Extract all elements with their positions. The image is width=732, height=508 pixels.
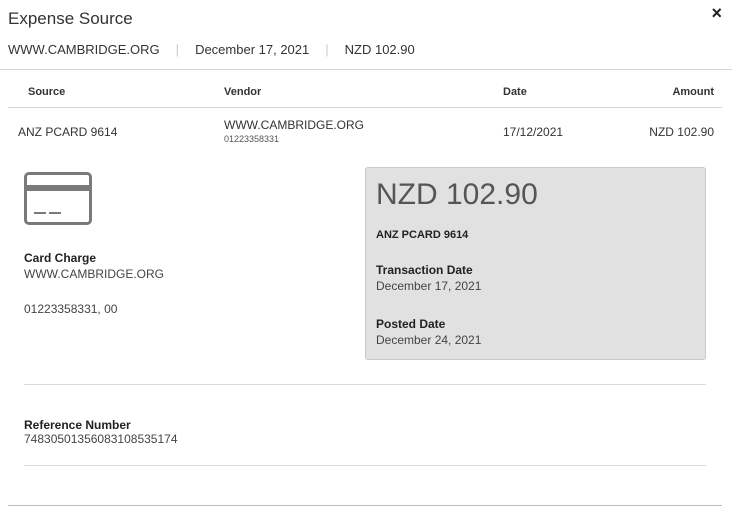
summary-separator: | — [175, 42, 180, 57]
transaction-summary-panel: NZD 102.90 ANZ PCARD 9614 Transaction Da… — [365, 167, 706, 360]
modal-title: Expense Source — [8, 9, 133, 28]
header-divider — [0, 69, 732, 70]
column-header-date: Date — [503, 86, 527, 98]
panel-card-name: ANZ PCARD 9614 — [376, 229, 469, 241]
charge-details: Card Charge WWW.CAMBRIDGE.ORG 0122335833… — [24, 251, 164, 316]
transaction-date-value: December 17, 2021 — [376, 279, 482, 293]
footer-divider — [8, 505, 722, 506]
row-vendor: WWW.CAMBRIDGE.ORG — [224, 118, 364, 132]
charge-reference: 01223358331, 00 — [24, 302, 118, 316]
row-vendor-cell: WWW.CAMBRIDGE.ORG 01223358331 — [224, 118, 364, 144]
posted-date-label: Posted Date — [376, 317, 446, 331]
column-header-vendor: Vendor — [224, 86, 262, 98]
row-date: 17/12/2021 — [503, 125, 564, 139]
table-header: Source Vendor Date Amount — [8, 86, 714, 102]
reference-block: Reference Number 74830501356083108535174 — [24, 418, 178, 446]
panel-amount: NZD 102.90 — [376, 178, 538, 211]
summary-amount: NZD 102.90 — [344, 42, 415, 57]
charge-label: Card Charge — [24, 251, 97, 265]
row-amount: NZD 102.90 — [649, 125, 714, 139]
reference-value: 74830501356083108535174 — [24, 432, 178, 446]
column-header-source: Source — [28, 86, 66, 98]
summary-vendor: WWW.CAMBRIDGE.ORG — [8, 42, 160, 57]
row-source: ANZ PCARD 9614 — [18, 125, 118, 139]
table-row: ANZ PCARD 9614 WWW.CAMBRIDGE.ORG 0122335… — [8, 115, 714, 151]
credit-card-icon — [24, 172, 92, 225]
charge-vendor: WWW.CAMBRIDGE.ORG — [24, 267, 164, 281]
posted-date-block: Posted Date December 24, 2021 — [376, 317, 481, 347]
section-divider — [24, 465, 706, 466]
transaction-date-label: Transaction Date — [376, 263, 473, 277]
table-header-divider — [8, 107, 722, 108]
close-icon[interactable]: × — [711, 3, 722, 23]
column-header-amount: Amount — [672, 86, 714, 98]
transaction-date-block: Transaction Date December 17, 2021 — [376, 263, 481, 293]
summary-separator: | — [325, 42, 329, 57]
summary-date: December 17, 2021 — [195, 42, 310, 57]
modal-header: Expense Source × WWW.CAMBRIDGE.ORG | Dec… — [0, 0, 732, 70]
posted-date-value: December 24, 2021 — [376, 333, 482, 347]
reference-label: Reference Number — [24, 418, 131, 432]
section-divider — [24, 384, 706, 385]
row-vendor-phone: 01223358331 — [224, 134, 280, 144]
summary-line: WWW.CAMBRIDGE.ORG | December 17, 2021 | … — [8, 42, 415, 57]
